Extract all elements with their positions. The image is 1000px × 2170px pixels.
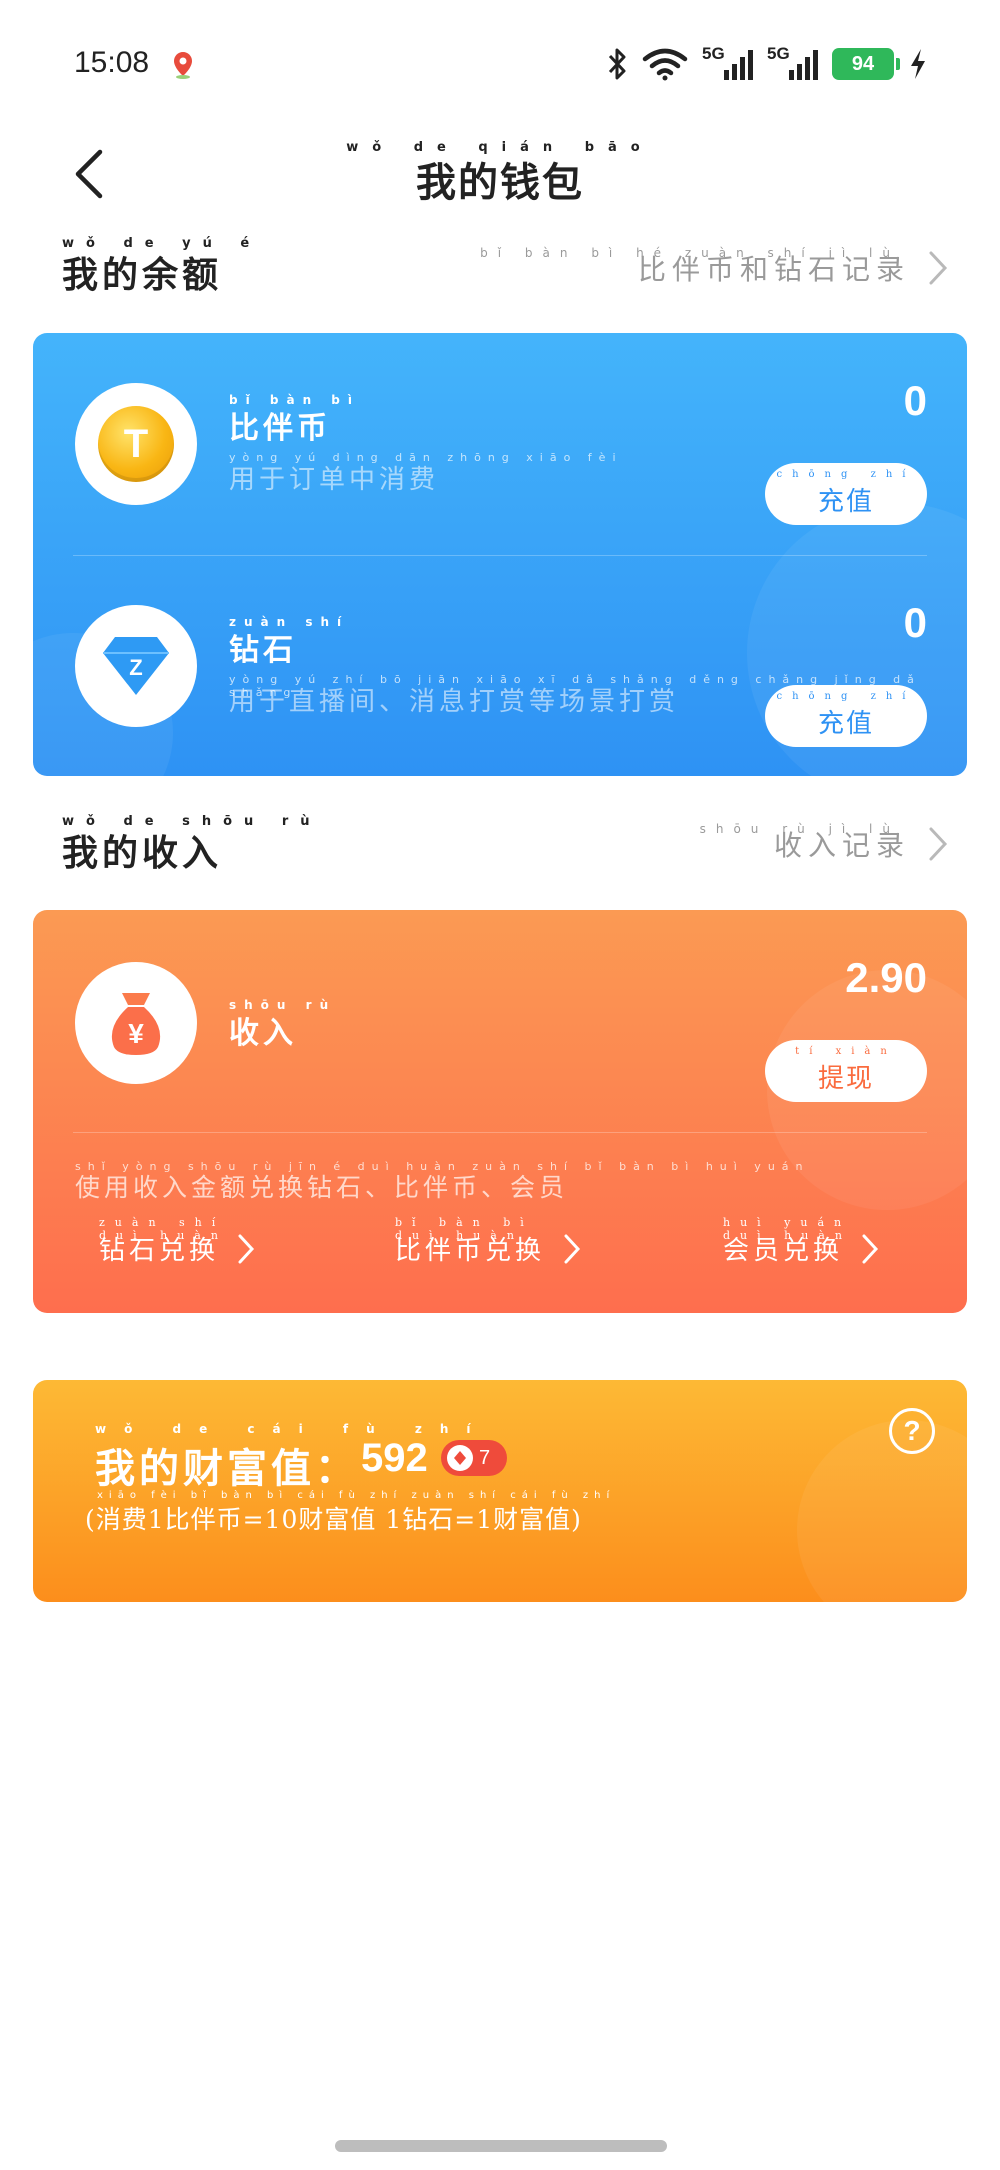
page-title: 我的钱包 [416, 159, 584, 206]
withdraw-button[interactable]: tí xiàn 提现 [765, 1040, 927, 1102]
chevron-right-icon [929, 827, 948, 861]
balance-records-link[interactable]: 比伴币和钻石记录 [638, 248, 948, 288]
battery-indicator: 94 [832, 48, 900, 80]
exchange-row: zuàn shí duì huàn 钻石兑换 bǐ bàn bì duì huà… [33, 1216, 967, 1290]
level-icon [447, 1445, 473, 1471]
income-description: 使用收入金额兑换钻石、比伴币、会员 [75, 1173, 569, 1202]
recharge-pinyin: chōng zhí [776, 691, 916, 702]
cell-signal-icon: 5G [767, 44, 818, 80]
divider [73, 1132, 927, 1133]
vip-exchange-link[interactable]: huì yuán duì huàn 会员兑换 [723, 1216, 879, 1267]
withdraw-label: 提现 [817, 1063, 874, 1094]
diamond-exchange-link[interactable]: zuàn shí duì huàn 钻石兑换 [99, 1216, 255, 1267]
wealth-level: 7 [479, 1446, 491, 1469]
income-amount: 2.90 [845, 954, 927, 1001]
home-indicator[interactable] [335, 2140, 667, 2152]
coin-icon: T [98, 406, 174, 482]
diamond-description: 用于直播间、消息打赏等场景打赏 [229, 687, 680, 717]
wifi-icon [642, 48, 688, 81]
status-icons: 5G 5G 94 [606, 44, 928, 84]
chevron-right-icon [929, 251, 948, 285]
status-bar: 15:08 5G 5G 94 [0, 0, 1000, 120]
balance-card: T bǐ bàn bì 比伴币 yòng yú dìng dān zhōng x… [33, 333, 967, 776]
money-bag-icon: ¥ [111, 993, 161, 1055]
coin-row: T bǐ bàn bì 比伴币 yòng yú dìng dān zhōng x… [33, 333, 967, 555]
income-icon-container: ¥ [75, 962, 197, 1084]
income-name: 收入 [229, 1016, 297, 1051]
income-section-title: 我的收入 [62, 832, 223, 874]
coin-name: 比伴币 [229, 411, 331, 446]
wealth-level-badge: 7 [441, 1440, 507, 1476]
exchange-pinyin: huì yuán duì huàn [723, 1216, 852, 1242]
withdraw-pinyin: tí xiàn [795, 1046, 897, 1057]
diamond-name: 钻石 [229, 633, 297, 668]
diamond-icon-container: Z [75, 605, 197, 727]
coin-icon-container: T [75, 383, 197, 505]
diamond-icon: Z [103, 637, 169, 695]
wealth-note: (消费1比伴币=10财富值 1钻石=1财富值) [85, 1505, 582, 1534]
income-card: ¥ shōu rù 收入 2.90 tí xiàn 提现 shǐ yòng sh… [33, 910, 967, 1313]
coin-recharge-label: 充值 [817, 486, 874, 517]
location-pin-icon [174, 52, 192, 79]
wealth-value: 592 [361, 1436, 428, 1480]
wealth-card: wǒ de cái fù zhí 我的财富值： 592 7 xiāo fèi b… [33, 1380, 967, 1602]
coin-description: 用于订单中消费 [229, 465, 440, 495]
help-icon[interactable]: ? [889, 1408, 935, 1454]
balance-section-title: 我的余额 [62, 254, 223, 296]
coin-recharge-button[interactable]: chōng zhí 充值 [765, 463, 927, 525]
background-decoration [797, 1420, 967, 1602]
diamond-row: Z zuàn shí 钻石 yòng yú zhí bō jiān xiāo x… [33, 555, 967, 776]
money-bag-symbol: ¥ [128, 1018, 144, 1049]
recharge-pinyin: chōng zhí [776, 469, 916, 480]
wealth-title-pinyin: wǒ de cái fù zhí [95, 1422, 489, 1436]
bluetooth-icon [608, 48, 626, 80]
balance-records-link-label: 比伴币和钻石记录 [637, 253, 910, 286]
network-type-label: 5G [702, 44, 725, 63]
diamond-amount: 0 [903, 599, 927, 646]
charging-bolt-icon [911, 49, 925, 79]
cell-signal-icon: 5G [702, 44, 753, 80]
network-type-label: 5G [767, 44, 790, 63]
exchange-pinyin: bǐ bàn bì duì huàn [395, 1216, 534, 1242]
status-time: 15:08 [74, 46, 150, 79]
coin-amount: 0 [903, 377, 927, 424]
diamond-recharge-button[interactable]: chōng zhí 充值 [765, 685, 927, 747]
income-records-link[interactable]: 收入记录 [774, 824, 948, 864]
income-records-link-label: 收入记录 [773, 829, 910, 862]
diamond-icon-letter: Z [129, 655, 142, 680]
coin-exchange-link[interactable]: bǐ bàn bì duì huàn 比伴币兑换 [395, 1216, 581, 1267]
exchange-pinyin: zuàn shí duì huàn [99, 1216, 228, 1242]
wealth-title: 我的财富值： [95, 1445, 359, 1492]
diamond-recharge-label: 充值 [817, 708, 874, 739]
